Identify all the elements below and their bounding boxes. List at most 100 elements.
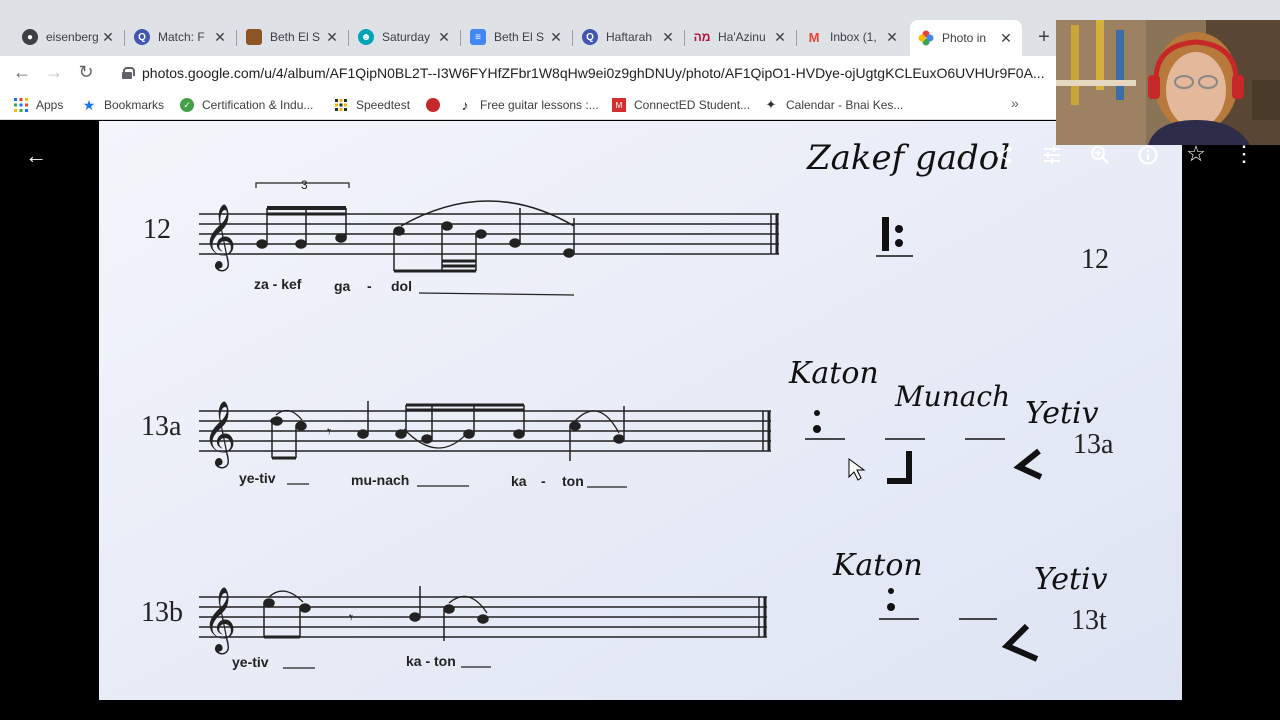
bookmark-guitar[interactable]: ♪ Free guitar lessons :... (458, 96, 599, 114)
handwritten-katon: Katon (788, 356, 879, 391)
bookmark-opera[interactable] (426, 96, 448, 114)
address-bar[interactable]: photos.google.com/u/4/album/AF1QipN0BL2T… (110, 59, 1060, 87)
right-number: 13t (1071, 605, 1107, 636)
handwritten-yetiv: Yetiv (1025, 396, 1099, 431)
handwritten-katon: Katon (832, 548, 923, 583)
close-icon[interactable]: ✕ (100, 29, 116, 46)
close-icon[interactable]: ✕ (772, 29, 788, 46)
handwritten-yetiv: Yetiv (1034, 562, 1108, 597)
back-icon[interactable]: ← (11, 62, 33, 83)
close-icon[interactable]: ✕ (548, 29, 564, 46)
calendar-icon: ✦ (765, 97, 777, 112)
close-icon[interactable]: ✕ (324, 29, 340, 46)
row-number: 12 (143, 214, 171, 245)
tab-title: eisenberg (46, 30, 99, 44)
lyric: - (541, 473, 546, 489)
url-text: photos.google.com/u/4/album/AF1QipN0BL2T… (142, 65, 1045, 81)
opera-icon (426, 98, 440, 112)
slides-icon (246, 29, 262, 45)
treble-clef: 𝄞 (203, 587, 236, 654)
tab-title: Saturday (382, 30, 431, 44)
lyric: ye-tiv (239, 470, 276, 486)
tab-9-active[interactable]: Photo in ✕ (910, 20, 1022, 56)
bookmark-label: Apps (36, 98, 64, 112)
zoom-icon[interactable] (1087, 145, 1113, 171)
tab-7[interactable]: מה Ha'Azinu ✕ (686, 22, 796, 52)
bookmark-label: ConnectED Student... (634, 98, 751, 112)
reload-icon[interactable]: ↻ (75, 62, 97, 83)
tab-8[interactable]: M Inbox (1, ✕ (798, 22, 908, 52)
lyric: dol (391, 278, 412, 294)
treble-clef: 𝄞 (203, 401, 236, 468)
lyric: ka - ton (406, 653, 456, 669)
tab-3[interactable]: Beth El S ✕ (238, 22, 348, 52)
treble-clef: 𝄞 (203, 204, 236, 271)
lyric: ka (511, 473, 527, 489)
share-icon[interactable] (991, 145, 1017, 171)
bookmark-label: Calendar - Bnai Kes... (786, 98, 904, 112)
quizlet-icon: Q (582, 29, 598, 45)
guitar-icon: ♪ (461, 97, 469, 113)
right-number: 13a (1073, 429, 1114, 460)
person-icon: ☻ (358, 29, 374, 45)
bookmark-label: Certification & Indu... (202, 98, 314, 112)
sheet-music: 12 𝄞 3 za - kef ga - dol Zakef gadol 12 … (99, 121, 1182, 700)
edit-adjust-icon[interactable] (1039, 145, 1065, 171)
star-icon: ★ (82, 96, 96, 113)
tab-title: Beth El S (270, 30, 321, 44)
lyric: ton (562, 473, 584, 489)
close-icon[interactable]: ✕ (660, 29, 676, 46)
tab-title: Photo in (942, 31, 987, 45)
tab-title: Haftarah (606, 30, 653, 44)
bookmark-apps[interactable]: Apps (14, 96, 63, 114)
close-icon[interactable]: ✕ (212, 29, 228, 46)
close-icon[interactable]: ✕ (884, 29, 900, 46)
bookmark-certification[interactable]: ✓ Certification & Indu... (180, 96, 313, 114)
forward-icon[interactable]: → (43, 62, 65, 83)
speedtest-icon (334, 98, 348, 112)
bookmark-connected[interactable]: M ConnectED Student... (612, 96, 750, 114)
tab-title: Match: F (158, 30, 205, 44)
tab-4[interactable]: ☻ Saturday ✕ (350, 22, 460, 52)
tab-title: Inbox (1, (830, 30, 877, 44)
lock-icon (122, 67, 135, 79)
hebrew-icon: מה (693, 30, 711, 44)
tab-5[interactable]: ≡ Beth El S ✕ (462, 22, 572, 52)
svg-text:𝄾: 𝄾 (327, 422, 331, 441)
tab-title: Ha'Azinu (718, 30, 766, 44)
new-tab-button[interactable]: + (1034, 26, 1054, 49)
lyric: za - kef (254, 276, 302, 292)
back-arrow-icon[interactable]: ← (23, 143, 49, 169)
row-number: 13a (141, 411, 182, 442)
photos-icon (918, 30, 934, 46)
bookmark-calendar[interactable]: ✦ Calendar - Bnai Kes... (764, 96, 904, 114)
bookmark-bookmarks[interactable]: ★ Bookmarks (82, 96, 164, 114)
apps-grid-icon (14, 98, 28, 112)
bookmarks-overflow-icon[interactable]: » (1011, 95, 1019, 111)
lyric: - (367, 278, 372, 294)
right-number: 12 (1081, 244, 1109, 275)
gmail-icon: M (808, 29, 820, 45)
bookmark-label: Free guitar lessons :... (480, 98, 599, 112)
docs-icon: ≡ (470, 29, 486, 45)
tab-2[interactable]: Q Match: F ✕ (126, 22, 236, 52)
lyric: mu-nach (351, 472, 409, 488)
svg-text:𝄾: 𝄾 (349, 608, 353, 627)
handwritten-zakef-gadol: Zakef gadol (806, 138, 1010, 178)
tab-6[interactable]: Q Haftarah ✕ (574, 22, 684, 52)
bookmark-speedtest[interactable]: Speedtest (334, 96, 410, 114)
webcam-image (1056, 20, 1280, 145)
webcam-overlay (1056, 20, 1280, 145)
connected-icon: M (612, 98, 626, 112)
tab-1[interactable]: ● eisenberg ✕ (14, 22, 124, 52)
lyric: ga (334, 278, 351, 294)
close-icon[interactable]: ✕ (998, 30, 1014, 47)
close-icon[interactable]: ✕ (436, 29, 452, 46)
info-icon[interactable] (1135, 145, 1161, 171)
triplet-mark: 3 (301, 178, 308, 192)
sheet-music-photo: 12 𝄞 3 za - kef ga - dol Zakef gadol 12 … (99, 121, 1182, 700)
quizlet-icon: Q (134, 29, 150, 45)
github-icon: ● (22, 29, 38, 45)
certification-icon: ✓ (180, 98, 194, 112)
handwritten-munach: Munach (894, 380, 1010, 413)
